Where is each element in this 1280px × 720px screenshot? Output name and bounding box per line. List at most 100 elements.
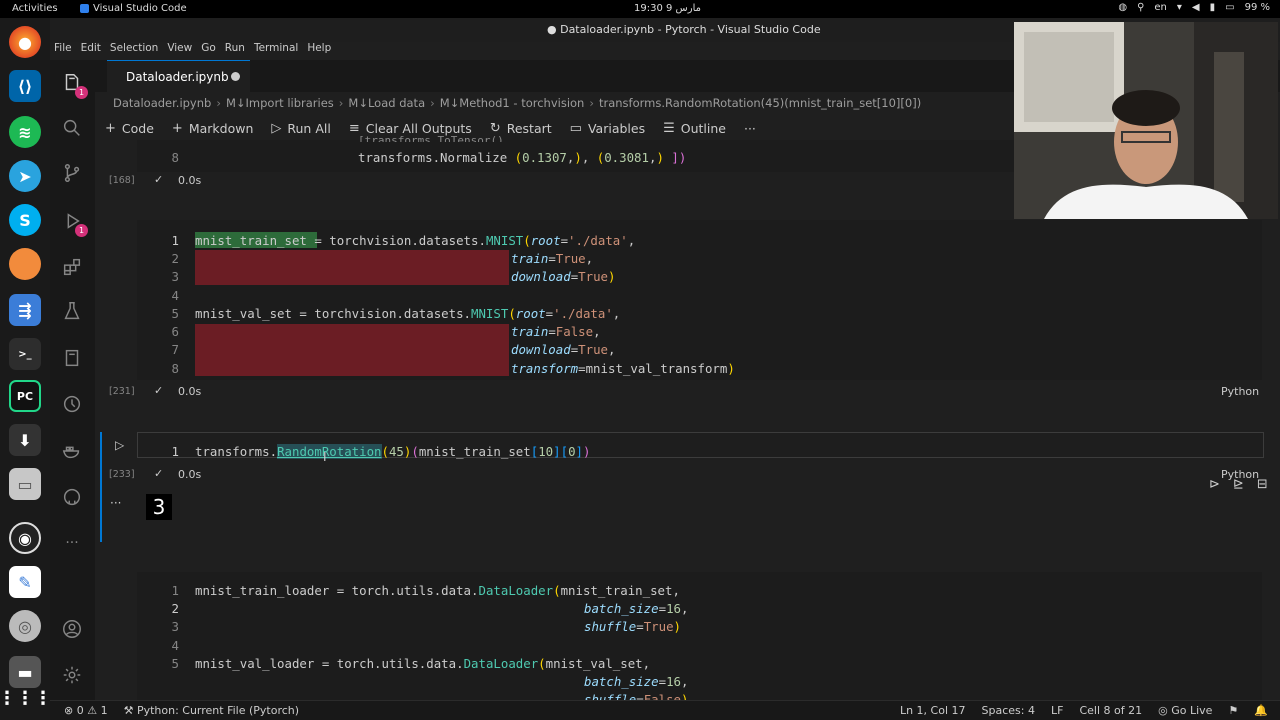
accounts-icon[interactable] <box>59 616 85 642</box>
status-bar: ⊗ 0 ⚠ 1 ⚒ Python: Current File (Pytorch)… <box>50 700 1280 720</box>
outline-button[interactable]: ☰ Outline <box>663 121 726 136</box>
cell4-line-7[interactable]: shuffle=False) <box>584 692 688 700</box>
more-actions-button[interactable]: ··· <box>744 121 756 136</box>
go-live-label: Go Live <box>1171 704 1213 717</box>
system-tray[interactable]: ◍ ⚲ en ▾ ◀ ▮ ▭ 99 % <box>1118 2 1270 13</box>
notebook-icon[interactable] <box>59 345 85 371</box>
obs-icon[interactable]: ◉ <box>9 522 41 554</box>
activity-bar: 1 1 ··· <box>50 60 95 720</box>
cell3-language[interactable]: Python <box>1221 468 1259 481</box>
docker-icon[interactable] <box>59 438 85 464</box>
text-editor-icon[interactable]: ✎ <box>9 566 41 598</box>
telegram-icon[interactable]: ➤ <box>9 160 41 192</box>
terminal-icon[interactable]: >_ <box>9 338 41 370</box>
run-debug-icon[interactable]: 1 <box>59 208 88 237</box>
focused-app[interactable]: Visual Studio Code <box>80 3 187 14</box>
feedback-icon[interactable]: ⚑ <box>1228 704 1238 717</box>
cell2-line-8[interactable]: transform=mnist_val_transform) <box>511 361 735 376</box>
run-by-line-icon[interactable]: ⊳ <box>1209 477 1220 492</box>
cell4-line-5[interactable]: mnist_val_loader = torch.utils.data.Data… <box>195 656 650 671</box>
add-markdown-button[interactable]: + Markdown <box>172 121 253 136</box>
cell2-line-5[interactable]: mnist_val_set = torchvision.datasets.MNI… <box>195 306 620 321</box>
cursor-position[interactable]: Ln 1, Col 17 <box>900 704 966 717</box>
cell2-line-6[interactable]: train=False, <box>511 324 601 339</box>
extensions-icon[interactable] <box>59 254 85 280</box>
manage-gear-icon[interactable] <box>59 662 85 688</box>
firefox-icon[interactable]: ● <box>9 26 41 58</box>
disk-app-icon[interactable]: ◎ <box>9 610 41 642</box>
github-icon[interactable] <box>59 484 85 510</box>
clock[interactable]: 19:30 مارس 9 <box>634 3 701 14</box>
line-number: 4 <box>171 288 179 303</box>
menu-go[interactable]: Go <box>201 42 216 60</box>
tab-dataloader[interactable]: Dataloader.ipynb <box>107 60 250 92</box>
transfer-app-icon[interactable]: ⇶ <box>9 294 41 326</box>
line-number: 7 <box>171 342 179 357</box>
indentation[interactable]: Spaces: 4 <box>982 704 1035 717</box>
cell2-line-2[interactable]: train=True, <box>511 251 593 266</box>
testing-icon[interactable] <box>59 298 85 324</box>
line-number: 8 <box>171 361 179 376</box>
notifications-bell-icon[interactable]: 🔔 <box>1254 704 1268 717</box>
pycharm-icon[interactable]: PC <box>9 380 41 412</box>
cell2-line-1[interactable]: mnist_train_set = torchvision.datasets.M… <box>195 233 635 248</box>
cell3-output-image: 3 <box>146 494 172 520</box>
menu-help[interactable]: Help <box>307 42 331 60</box>
breadcrumb-item[interactable]: M↓Load data <box>348 96 425 110</box>
end-of-line[interactable]: LF <box>1051 704 1063 717</box>
chevron-right-icon: › <box>430 96 435 110</box>
more-views-icon[interactable]: ··· <box>59 530 85 556</box>
problems-indicator[interactable]: ⊗ 0 ⚠ 1 <box>64 704 108 717</box>
add-code-button[interactable]: + Code <box>105 121 154 136</box>
menu-terminal[interactable]: Terminal <box>254 42 298 60</box>
menu-file[interactable]: File <box>54 42 72 60</box>
vscode-dock-icon[interactable]: ⟨⟩ <box>9 70 41 102</box>
menu-bar: File Edit Selection View Go Run Terminal Help <box>50 42 331 60</box>
cell3-line-1[interactable]: transforms.RandomRotation(45)(mnist_trai… <box>195 444 590 459</box>
cell4-line-3[interactable]: shuffle=True) <box>584 619 681 634</box>
run-cell-icon[interactable]: ▷ <box>115 438 124 452</box>
timeline-icon[interactable] <box>59 391 85 417</box>
breadcrumb-item[interactable]: M↓Method1 - torchvision <box>440 96 585 110</box>
line-number: 2 <box>171 601 179 616</box>
cell4-line-6[interactable]: batch_size=16, <box>584 674 688 689</box>
output-actions[interactable]: ··· <box>110 496 121 510</box>
variables-button[interactable]: ▭ Variables <box>570 121 645 136</box>
cell-indicator[interactable]: Cell 8 of 21 <box>1079 704 1142 717</box>
files-icon[interactable]: ▭ <box>9 468 41 500</box>
activities-button[interactable]: Activities <box>12 3 58 14</box>
skype-icon[interactable]: S <box>9 204 41 236</box>
go-live-button[interactable]: ◎ Go Live <box>1158 704 1212 717</box>
cell2-line-3[interactable]: download=True) <box>511 269 615 284</box>
interpreter-selector[interactable]: ⚒ Python: Current File (Pytorch) <box>124 704 299 717</box>
run-all-label: Run All <box>287 120 331 136</box>
debug-badge: 1 <box>75 224 88 237</box>
spotify-icon[interactable]: ≋ <box>9 116 41 148</box>
cell1-line-number: 8 <box>171 150 179 165</box>
cell4-line-1[interactable]: mnist_train_loader = torch.utils.data.Da… <box>195 583 680 598</box>
show-apps-icon[interactable]: ⋮⋮⋮ <box>0 682 52 714</box>
outline-label: Outline <box>680 120 726 136</box>
explorer-icon[interactable]: 1 <box>59 70 88 99</box>
downloader-icon[interactable]: ⬇ <box>9 424 41 456</box>
presenter-video <box>1014 22 1278 219</box>
menu-selection[interactable]: Selection <box>110 42 158 60</box>
cell4-line-2[interactable]: batch_size=16, <box>584 601 688 616</box>
run-all-button[interactable]: ▷ Run All <box>271 121 330 136</box>
webcam-overlay <box>1014 22 1278 219</box>
source-control-icon[interactable] <box>59 160 85 186</box>
menu-edit[interactable]: Edit <box>81 42 101 60</box>
unsaved-dot-icon[interactable] <box>231 72 240 81</box>
breadcrumb-item[interactable]: transforms.RandomRotation(45)(mnist_trai… <box>599 96 921 110</box>
menu-view[interactable]: View <box>167 42 192 60</box>
add-markdown-label: Markdown <box>188 120 254 136</box>
search-icon[interactable] <box>59 115 85 141</box>
breadcrumb-item[interactable]: M↓Import libraries <box>226 96 334 110</box>
menu-run[interactable]: Run <box>225 42 245 60</box>
cell2-line-7[interactable]: download=True, <box>511 342 615 357</box>
cell2-language[interactable]: Python <box>1221 385 1259 398</box>
cell1-line-8[interactable]: transforms.Normalize (0.1307,), (0.3081,… <box>358 150 686 165</box>
fruit-app-icon[interactable] <box>9 248 41 280</box>
breadcrumb-item[interactable]: Dataloader.ipynb <box>113 96 211 110</box>
battery-icon: ▭ <box>1225 2 1235 13</box>
